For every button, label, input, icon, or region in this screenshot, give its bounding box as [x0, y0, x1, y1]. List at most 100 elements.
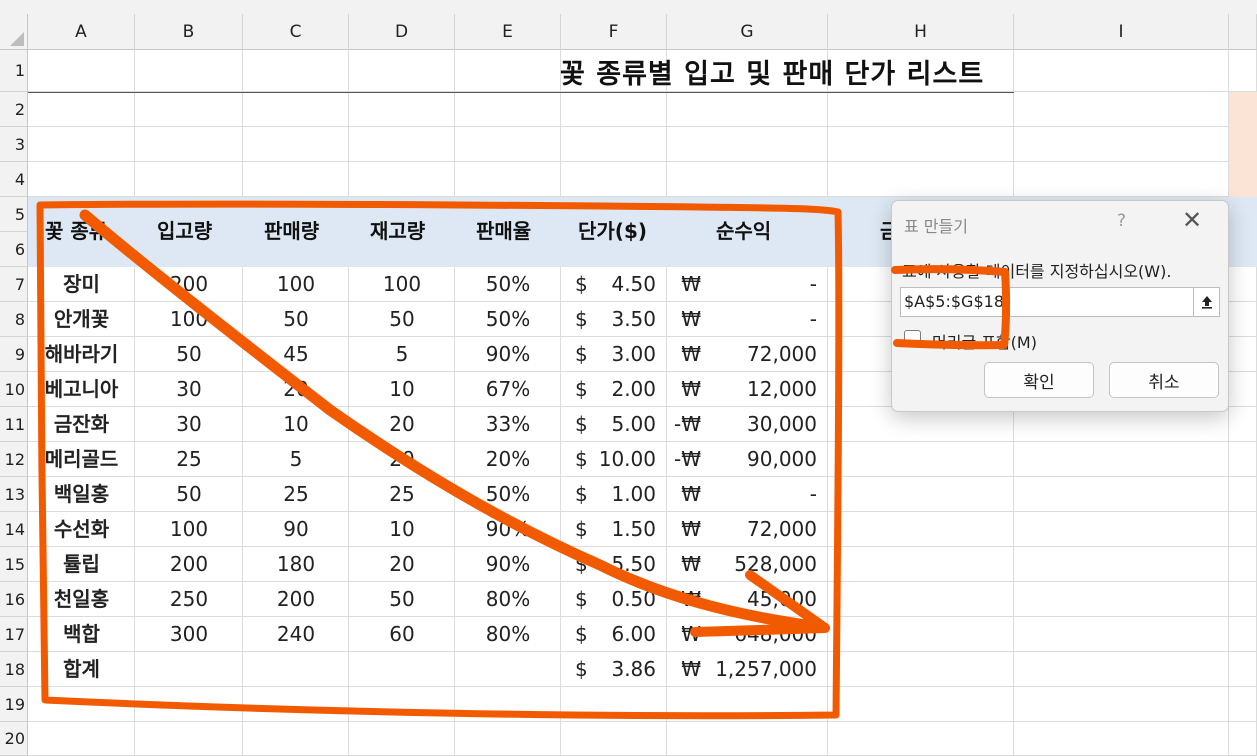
flower-name-cell[interactable]: 금잔화 [28, 407, 135, 442]
net-profit-cell[interactable]: 30,000 [677, 407, 817, 442]
sold-cell[interactable]: 20 [243, 372, 349, 407]
row-header-13[interactable]: 13 [0, 477, 28, 512]
header-row-checkbox[interactable] [904, 330, 921, 347]
header-cell-d[interactable]: 재고량 [370, 215, 425, 244]
column-header-h[interactable]: H [828, 14, 1014, 50]
sold-cell[interactable]: 180 [243, 547, 349, 582]
stock-cell[interactable]: 20 [349, 442, 455, 477]
sold-cell[interactable]: 10 [243, 407, 349, 442]
stock-in-cell[interactable]: 25 [135, 442, 243, 477]
stock-cell[interactable]: 60 [349, 617, 455, 652]
header-cell-b[interactable]: 입고량 [157, 215, 212, 244]
net-profit-cell[interactable]: - [677, 477, 817, 512]
flower-name-cell[interactable]: 베고니아 [28, 372, 135, 407]
row-header-10[interactable]: 10 [0, 372, 28, 407]
flower-name-cell[interactable]: 메리골드 [28, 442, 135, 477]
stock-cell[interactable]: 100 [349, 267, 455, 302]
cancel-button[interactable]: 취소 [1109, 362, 1219, 398]
column-header-e[interactable]: E [455, 14, 561, 50]
net-profit-cell[interactable]: 648,000 [677, 617, 817, 652]
ok-button[interactable]: 확인 [984, 362, 1094, 398]
sold-cell[interactable]: 100 [243, 267, 349, 302]
column-header-g[interactable]: G [667, 14, 828, 50]
row-header-4[interactable]: 4 [0, 162, 28, 197]
net-profit-cell[interactable]: 72,000 [677, 512, 817, 547]
row-header-7[interactable]: 7 [0, 267, 28, 302]
column-header-stub[interactable] [1229, 14, 1257, 50]
stock-cell[interactable]: 5 [349, 337, 455, 372]
stock-in-cell[interactable]: 100 [135, 512, 243, 547]
stock-in-cell[interactable]: 200 [135, 547, 243, 582]
net-profit-cell[interactable]: - [677, 302, 817, 337]
column-header-d[interactable]: D [349, 14, 455, 50]
net-profit-cell[interactable]: 90,000 [677, 442, 817, 477]
row-header-5[interactable]: 5 [0, 197, 28, 232]
sold-cell[interactable]: 50 [243, 302, 349, 337]
row-header-6[interactable]: 6 [0, 232, 28, 267]
total-label-cell[interactable]: 합계 [28, 652, 135, 687]
stock-in-cell[interactable]: 100 [135, 302, 243, 337]
net-profit-cell[interactable]: - [677, 267, 817, 302]
row-header-19[interactable]: 19 [0, 687, 28, 722]
row-header-8[interactable]: 8 [0, 302, 28, 337]
net-profit-cell[interactable]: 528,000 [677, 547, 817, 582]
sold-cell[interactable]: 90 [243, 512, 349, 547]
column-header-a[interactable]: A [28, 14, 135, 50]
collapse-dialog-button[interactable] [1193, 287, 1220, 317]
stock-cell[interactable]: 50 [349, 582, 455, 617]
header-cell-a[interactable]: 꽃 종류 [45, 215, 107, 244]
close-icon[interactable]: ✕ [1182, 206, 1202, 234]
flower-name-cell[interactable]: 백일홍 [28, 477, 135, 512]
stock-in-cell[interactable]: 300 [135, 617, 243, 652]
row-header-15[interactable]: 15 [0, 547, 28, 582]
flower-name-cell[interactable]: 튤립 [28, 547, 135, 582]
net-profit-cell[interactable]: 45,000 [677, 582, 817, 617]
column-header-f[interactable]: F [561, 14, 667, 50]
row-header-17[interactable]: 17 [0, 617, 28, 652]
header-row-checkbox-label[interactable]: 머리글 포함(M) [932, 329, 1037, 353]
row-header-9[interactable]: 9 [0, 337, 28, 372]
column-header-c[interactable]: C [243, 14, 349, 50]
flower-name-cell[interactable]: 천일홍 [28, 582, 135, 617]
stock-in-cell[interactable]: 250 [135, 582, 243, 617]
flower-name-cell[interactable]: 백합 [28, 617, 135, 652]
stock-cell[interactable]: 50 [349, 302, 455, 337]
flower-name-cell[interactable]: 장미 [28, 267, 135, 302]
column-header-b[interactable]: B [135, 14, 243, 50]
sold-cell[interactable]: 5 [243, 442, 349, 477]
row-header-11[interactable]: 11 [0, 407, 28, 442]
flower-name-cell[interactable]: 해바라기 [28, 337, 135, 372]
stock-cell[interactable]: 20 [349, 547, 455, 582]
sold-cell[interactable]: 45 [243, 337, 349, 372]
net-profit-cell[interactable]: 72,000 [677, 337, 817, 372]
row-header-1[interactable]: 1 [0, 50, 28, 92]
row-header-2[interactable]: 2 [0, 92, 28, 127]
header-cell-e[interactable]: 판매율 [476, 215, 531, 244]
header-cell-g[interactable]: 순수익 [716, 215, 771, 244]
flower-name-cell[interactable]: 수선화 [28, 512, 135, 547]
row-header-14[interactable]: 14 [0, 512, 28, 547]
stock-in-cell[interactable]: 30 [135, 407, 243, 442]
stock-in-cell[interactable]: 50 [135, 337, 243, 372]
sold-cell[interactable]: 240 [243, 617, 349, 652]
sheet-title[interactable]: 꽃 종류별 입고 및 판매 단가 리스트 [560, 52, 1020, 90]
sold-cell[interactable]: 25 [243, 477, 349, 512]
total-net-profit-cell[interactable]: 1,257,000 [677, 652, 817, 687]
range-input[interactable]: $A$5:$G$18 [900, 287, 1196, 317]
stock-in-cell[interactable]: 50 [135, 477, 243, 512]
row-header-18[interactable]: 18 [0, 652, 28, 687]
row-header-20[interactable]: 20 [0, 722, 28, 756]
sold-cell[interactable]: 200 [243, 582, 349, 617]
stock-cell[interactable]: 10 [349, 512, 455, 547]
column-header-i[interactable]: I [1014, 14, 1229, 50]
stock-in-cell[interactable]: 200 [135, 267, 243, 302]
help-icon[interactable]: ? [1117, 211, 1126, 231]
select-all-button[interactable] [0, 14, 28, 50]
header-cell-f[interactable]: 단가($) [578, 215, 647, 244]
flower-name-cell[interactable]: 안개꽃 [28, 302, 135, 337]
row-header-16[interactable]: 16 [0, 582, 28, 617]
stock-cell[interactable]: 25 [349, 477, 455, 512]
stock-cell[interactable]: 10 [349, 372, 455, 407]
row-header-12[interactable]: 12 [0, 442, 28, 477]
stock-cell[interactable]: 20 [349, 407, 455, 442]
